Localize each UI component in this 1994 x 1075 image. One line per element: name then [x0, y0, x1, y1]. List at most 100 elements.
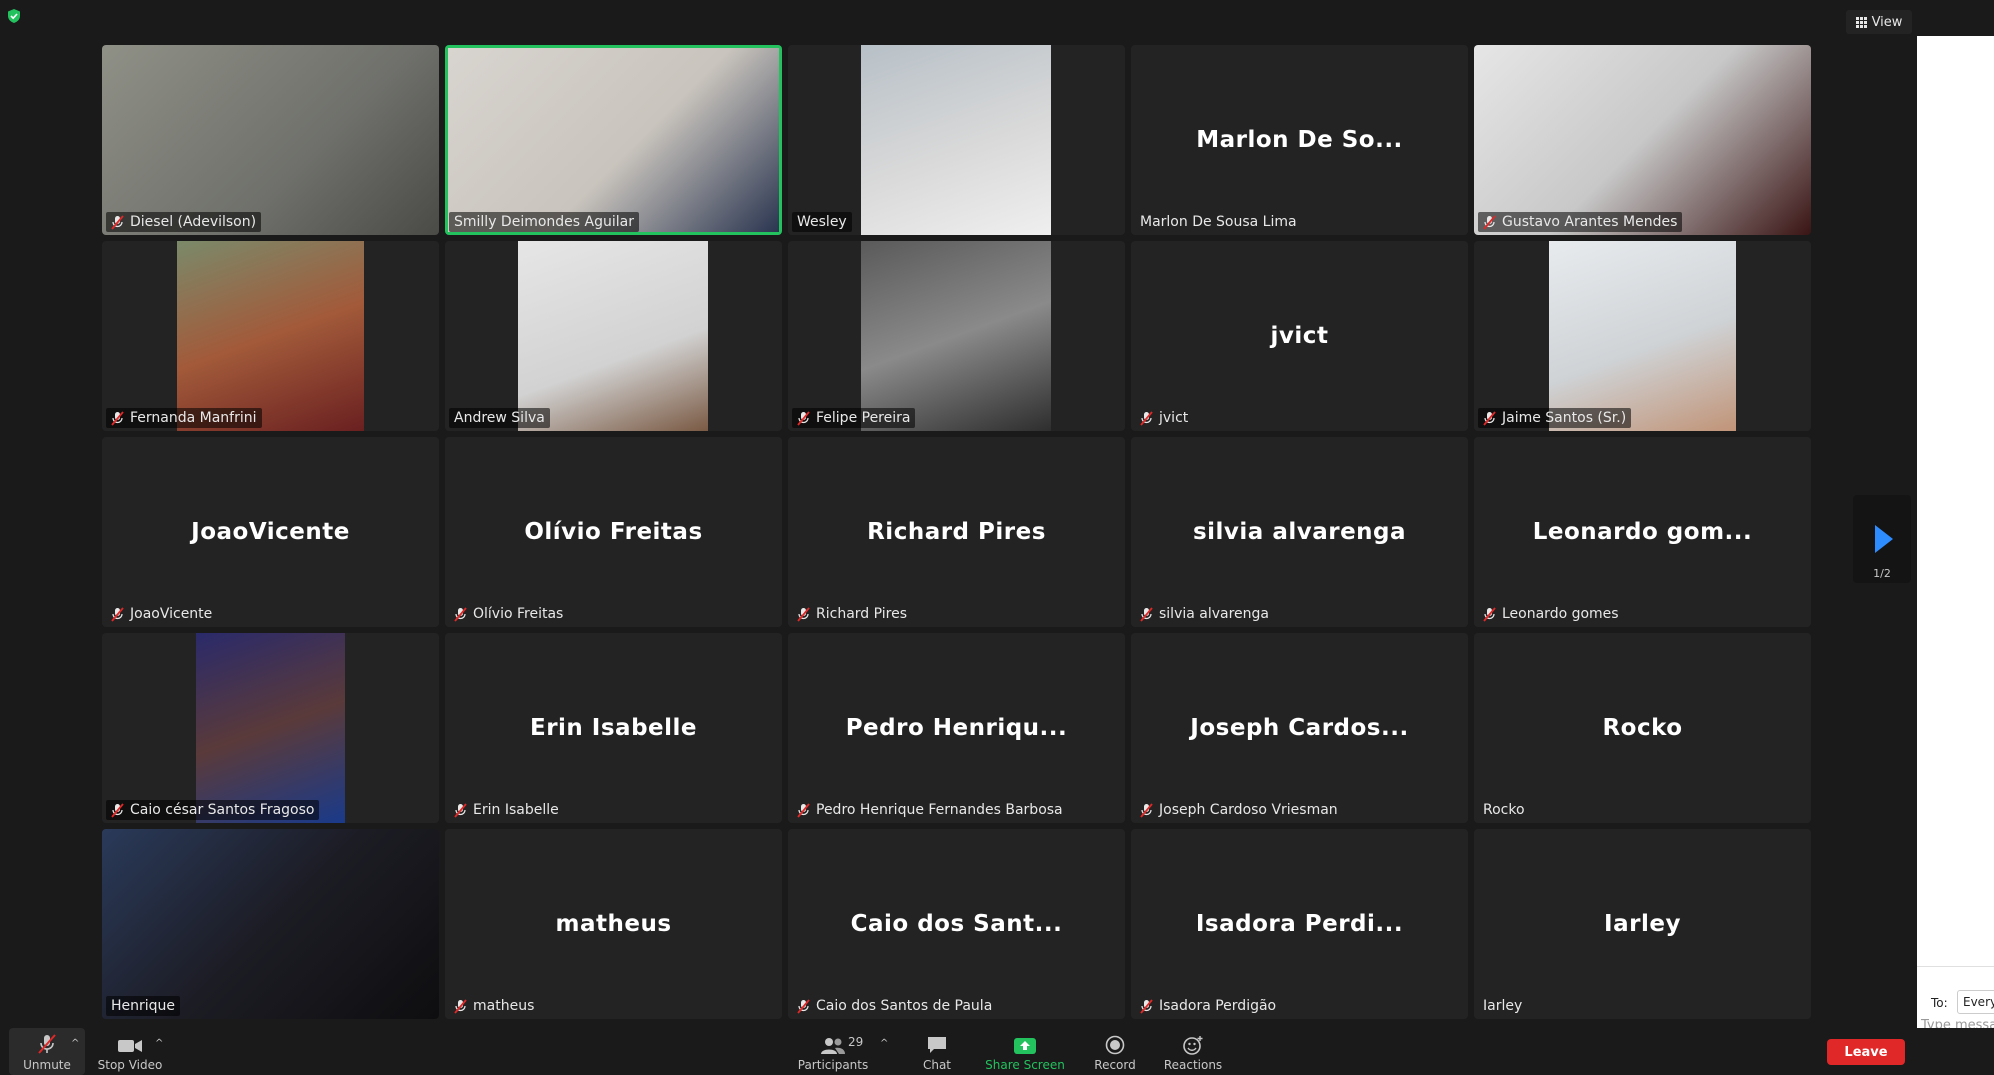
- muted-mic-icon: [111, 410, 124, 426]
- participant-tile[interactable]: Leonardo gom... Leonardo gomes: [1474, 437, 1811, 627]
- participant-display-name: matheus: [555, 911, 672, 937]
- participant-name: Gustavo Arantes Mendes: [1502, 214, 1678, 230]
- participant-tile[interactable]: Henrique: [102, 829, 439, 1019]
- participant-name: Marlon De Sousa Lima: [1140, 214, 1297, 230]
- muted-mic-icon: [797, 410, 810, 426]
- participant-video: [1549, 241, 1736, 431]
- unmute-label: Unmute: [23, 1058, 71, 1072]
- participant-name-label: Isadora Perdigão: [1135, 996, 1281, 1016]
- video-camera-icon: [118, 1040, 142, 1052]
- participant-name-label: Henrique: [106, 996, 181, 1016]
- participant-display-name: JoaoVicente: [191, 519, 350, 545]
- participant-tile[interactable]: Isadora Perdi... Isadora Perdigão: [1131, 829, 1468, 1019]
- muted-mic-icon: [1140, 410, 1153, 426]
- meeting-toolbar: Unmute ^ Stop Video ^ Participants 29 ^ …: [0, 1028, 1994, 1075]
- participant-name: JoaoVicente: [130, 606, 213, 622]
- leave-button[interactable]: Leave: [1827, 1039, 1905, 1065]
- chat-to-label: To:: [1931, 996, 1948, 1010]
- participant-name-label: Richard Pires: [792, 604, 912, 624]
- participant-tile[interactable]: Richard Pires Richard Pires: [788, 437, 1125, 627]
- participant-tile[interactable]: Erin Isabelle Erin Isabelle: [445, 633, 782, 823]
- participant-name: Andrew Silva: [454, 410, 545, 426]
- participants-caret-icon[interactable]: ^: [880, 1038, 888, 1049]
- participant-name: Diesel (Adevilson): [130, 214, 257, 230]
- participants-icon: [821, 1038, 845, 1054]
- participant-name-label: Wesley: [792, 212, 852, 232]
- participant-tile[interactable]: Pedro Henriqu... Pedro Henrique Fernandes…: [788, 633, 1125, 823]
- reactions-label: Reactions: [1163, 1058, 1223, 1072]
- participant-video: [861, 45, 1051, 235]
- participant-name: Rocko: [1483, 802, 1525, 818]
- participant-tile[interactable]: Olívio Freitas Olívio Freitas: [445, 437, 782, 627]
- muted-mic-icon: [111, 214, 124, 230]
- chat-divider: [1917, 966, 1994, 967]
- participant-name-label: Joseph Cardoso Vriesman: [1135, 800, 1343, 820]
- muted-mic-icon: [38, 1034, 56, 1054]
- participant-video: [196, 633, 345, 823]
- participant-video: [102, 45, 439, 235]
- participant-name: jvict: [1159, 410, 1189, 426]
- participant-tile[interactable]: Wesley: [788, 45, 1125, 235]
- participant-name-label: Olívio Freitas: [449, 604, 568, 624]
- chat-panel-header: [1917, 0, 1994, 36]
- participant-tile[interactable]: Andrew Silva: [445, 241, 782, 431]
- participant-tile[interactable]: Rocko Rocko: [1474, 633, 1811, 823]
- participant-tile[interactable]: Marlon De So... Marlon De Sousa Lima: [1131, 45, 1468, 235]
- participant-name: Jaime Santos (Sr.): [1502, 410, 1627, 426]
- grid-view-icon: [1855, 16, 1867, 28]
- participant-name-label: Caio césar Santos Fragoso: [106, 800, 320, 820]
- participant-tile[interactable]: Gustavo Arantes Mendes: [1474, 45, 1811, 235]
- participant-name: Leonardo gomes: [1502, 606, 1619, 622]
- security-shield-icon[interactable]: [6, 8, 22, 24]
- participant-name: Iarley: [1483, 998, 1523, 1014]
- participant-tile[interactable]: Diesel (Adevilson): [102, 45, 439, 235]
- unmute-button[interactable]: Unmute: [9, 1028, 85, 1075]
- participant-name: Caio césar Santos Fragoso: [130, 802, 315, 818]
- participant-tile[interactable]: Felipe Pereira: [788, 241, 1125, 431]
- participant-display-name: silvia alvarenga: [1192, 519, 1407, 545]
- participant-tile[interactable]: Fernanda Manfrini: [102, 241, 439, 431]
- participant-tile[interactable]: Caio dos Sant... Caio dos Santos de Paula: [788, 829, 1125, 1019]
- reactions-button[interactable]: Reactions: [1160, 1028, 1226, 1075]
- participant-tile[interactable]: Iarley Iarley: [1474, 829, 1811, 1019]
- participant-tile[interactable]: Joseph Cardos... Joseph Cardoso Vriesman: [1131, 633, 1468, 823]
- record-icon: [1105, 1035, 1125, 1055]
- participant-display-name: Joseph Cardos...: [1190, 715, 1409, 741]
- participant-name-label: jvict: [1135, 408, 1193, 428]
- muted-mic-icon: [1483, 214, 1496, 230]
- participant-tile[interactable]: Smilly Deimondes Aguilar: [445, 45, 782, 235]
- stop-video-button[interactable]: Stop Video: [96, 1028, 164, 1075]
- participant-tile[interactable]: JoaoVicente JoaoVicente: [102, 437, 439, 627]
- audio-options-caret-icon[interactable]: ^: [71, 1038, 79, 1049]
- participant-tile[interactable]: jvict jvict: [1131, 241, 1468, 431]
- participant-name: matheus: [473, 998, 535, 1014]
- chat-label: Chat: [922, 1058, 952, 1072]
- participant-name-label: JoaoVicente: [106, 604, 217, 624]
- participant-display-name: Olívio Freitas: [524, 519, 703, 545]
- next-page-button[interactable]: 1/2: [1853, 495, 1911, 583]
- share-screen-label: Share Screen: [985, 1058, 1065, 1072]
- participant-tile[interactable]: Jaime Santos (Sr.): [1474, 241, 1811, 431]
- chat-button[interactable]: Chat: [915, 1028, 959, 1075]
- participant-name-label: Fernanda Manfrini: [106, 408, 262, 428]
- participant-name: silvia alvarenga: [1159, 606, 1270, 622]
- participant-name-label: Gustavo Arantes Mendes: [1478, 212, 1683, 232]
- muted-mic-icon: [797, 802, 810, 818]
- participant-display-name: Iarley: [1604, 911, 1681, 937]
- video-options-caret-icon[interactable]: ^: [155, 1038, 163, 1049]
- participant-video: [861, 241, 1051, 431]
- view-label: View: [1871, 14, 1903, 30]
- participant-tile[interactable]: matheus matheus: [445, 829, 782, 1019]
- chat-recipient-select[interactable]: Everyone: [1957, 990, 1994, 1014]
- participant-tile[interactable]: silvia alvarenga silvia alvarenga: [1131, 437, 1468, 627]
- participant-tile[interactable]: Caio césar Santos Fragoso: [102, 633, 439, 823]
- participant-display-name: Leonardo gom...: [1532, 519, 1753, 545]
- record-button[interactable]: Record: [1090, 1028, 1140, 1075]
- participant-name-label: Andrew Silva: [449, 408, 550, 428]
- participant-display-name: Marlon De So...: [1196, 127, 1403, 153]
- participant-name-label: Pedro Henrique Fernandes Barbosa: [792, 800, 1068, 820]
- view-button[interactable]: View: [1846, 10, 1912, 34]
- muted-mic-icon: [454, 606, 467, 622]
- participant-display-name: Isadora Perdi...: [1195, 911, 1404, 937]
- share-screen-button[interactable]: Share Screen: [982, 1028, 1068, 1075]
